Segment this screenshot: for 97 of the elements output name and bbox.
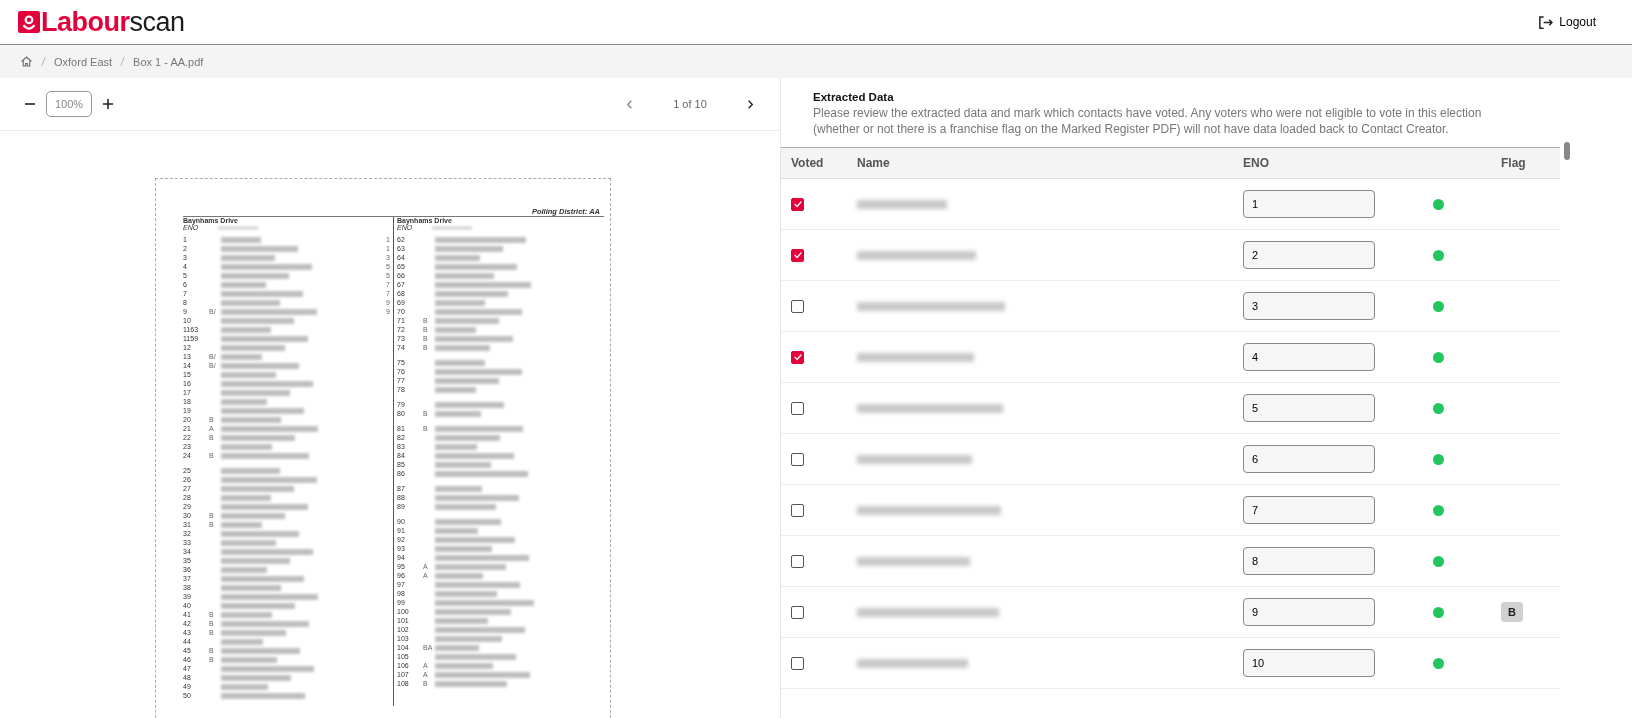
redacted-name <box>435 344 490 351</box>
eno-field[interactable]: 1 <box>1243 190 1375 218</box>
eno-field[interactable]: 9 <box>1243 598 1375 626</box>
redacted-name <box>221 467 280 474</box>
redacted-name <box>435 359 485 366</box>
redacted-name <box>435 461 491 468</box>
redacted-name <box>221 236 261 243</box>
redacted-name <box>435 410 481 417</box>
voted-checkbox[interactable] <box>791 452 804 466</box>
redacted-name <box>221 398 267 405</box>
redacted-name <box>435 644 479 651</box>
redacted-name <box>435 254 480 261</box>
chevron-right-icon <box>745 98 756 110</box>
slash-separator-icon <box>41 56 46 67</box>
redacted-name <box>221 512 285 519</box>
redacted-name <box>221 566 267 573</box>
redacted-name <box>435 662 493 669</box>
logout-button[interactable]: Logout <box>1538 10 1596 34</box>
zoom-field[interactable]: 100% <box>46 91 92 117</box>
redacted-name <box>221 326 271 333</box>
eno-field[interactable]: 10 <box>1243 649 1375 677</box>
redacted-name <box>435 590 497 597</box>
redacted-name <box>221 674 291 681</box>
description-text: Please review the extracted data and mark which contacts have voted. Any voters who were not eligible to vote in this election (whether or not there is a franchise flag on the Marked Register PDF) will not have data loaded back to Contact Creator. <box>813 105 1483 137</box>
redacted-name <box>435 518 501 525</box>
voted-checkbox[interactable] <box>791 503 804 517</box>
voted-checkbox[interactable] <box>791 656 804 670</box>
eno-field[interactable]: 8 <box>1243 547 1375 575</box>
logout-icon <box>1538 14 1554 30</box>
redacted-name <box>435 317 499 324</box>
eno-field[interactable]: 4 <box>1243 343 1375 371</box>
redacted-name <box>221 494 271 501</box>
voted-checkbox[interactable] <box>791 350 804 364</box>
breadcrumb-link[interactable]: Box 1 - AA.pdf <box>133 55 204 68</box>
redacted-name <box>221 272 289 279</box>
column-header: Voted <box>791 156 824 170</box>
redacted-name <box>435 443 477 450</box>
redacted-name <box>435 299 485 306</box>
redacted-name <box>435 272 494 279</box>
column-header: Name <box>857 156 890 170</box>
redacted-name <box>221 281 266 288</box>
voted-checkbox[interactable] <box>791 197 804 211</box>
redacted-name <box>221 656 277 663</box>
redacted-name <box>221 299 280 306</box>
redacted-name <box>221 539 276 546</box>
redacted-name <box>221 611 272 618</box>
redacted-name <box>221 683 268 690</box>
redacted-name <box>221 584 281 591</box>
redacted-name <box>435 563 506 570</box>
redacted-name <box>435 572 483 579</box>
section-title: Extracted Data <box>813 91 895 103</box>
redacted-name <box>221 254 275 261</box>
redacted-name <box>221 557 290 564</box>
slash-separator-icon <box>120 56 126 67</box>
eno-field[interactable]: 2 <box>1243 241 1375 269</box>
redacted-name <box>221 521 262 528</box>
eno-field[interactable]: 5 <box>1243 394 1375 422</box>
redacted-name <box>221 416 281 423</box>
plus-icon <box>102 98 114 110</box>
redacted-name <box>435 326 476 333</box>
redacted-name <box>221 443 272 450</box>
flag-badge: B <box>1501 602 1523 622</box>
voted-checkbox[interactable] <box>791 401 804 415</box>
redacted-name <box>221 344 285 351</box>
page-indicator: 1 of 10 <box>672 98 708 110</box>
chevron-left-icon <box>624 98 635 110</box>
redacted-name <box>435 401 504 408</box>
voted-checkbox[interactable] <box>791 605 804 619</box>
redacted-name <box>435 503 496 510</box>
column-header: Flag <box>1501 156 1526 170</box>
redacted-name <box>221 638 263 645</box>
rose-logo-icon <box>18 11 40 33</box>
redacted-name <box>221 389 290 396</box>
home-icon[interactable] <box>20 55 33 68</box>
voted-checkbox[interactable] <box>791 554 804 568</box>
breadcrumb-link[interactable]: Oxford East <box>54 55 113 68</box>
eno-field[interactable]: 6 <box>1243 445 1375 473</box>
eno-field[interactable]: 7 <box>1243 496 1375 524</box>
redacted-name <box>435 635 502 642</box>
voted-checkbox[interactable] <box>791 299 804 313</box>
redacted-name <box>435 377 499 384</box>
redacted-name <box>221 371 276 378</box>
redacted-name <box>221 629 286 636</box>
voted-checkbox[interactable] <box>791 248 804 262</box>
redacted-name <box>435 680 507 687</box>
app-logo[interactable]: Labourscan <box>41 6 185 38</box>
redacted-name <box>435 527 478 534</box>
redacted-name <box>221 353 262 360</box>
redacted-name <box>435 545 492 552</box>
redacted-name <box>435 434 500 441</box>
column-header: ENO <box>1243 156 1269 170</box>
redacted-name <box>435 245 503 252</box>
scrollbar[interactable] <box>1564 142 1570 160</box>
redacted-name <box>435 617 488 624</box>
redacted-name <box>435 485 482 492</box>
redacted-name <box>435 386 476 393</box>
eno-field[interactable]: 3 <box>1243 292 1375 320</box>
